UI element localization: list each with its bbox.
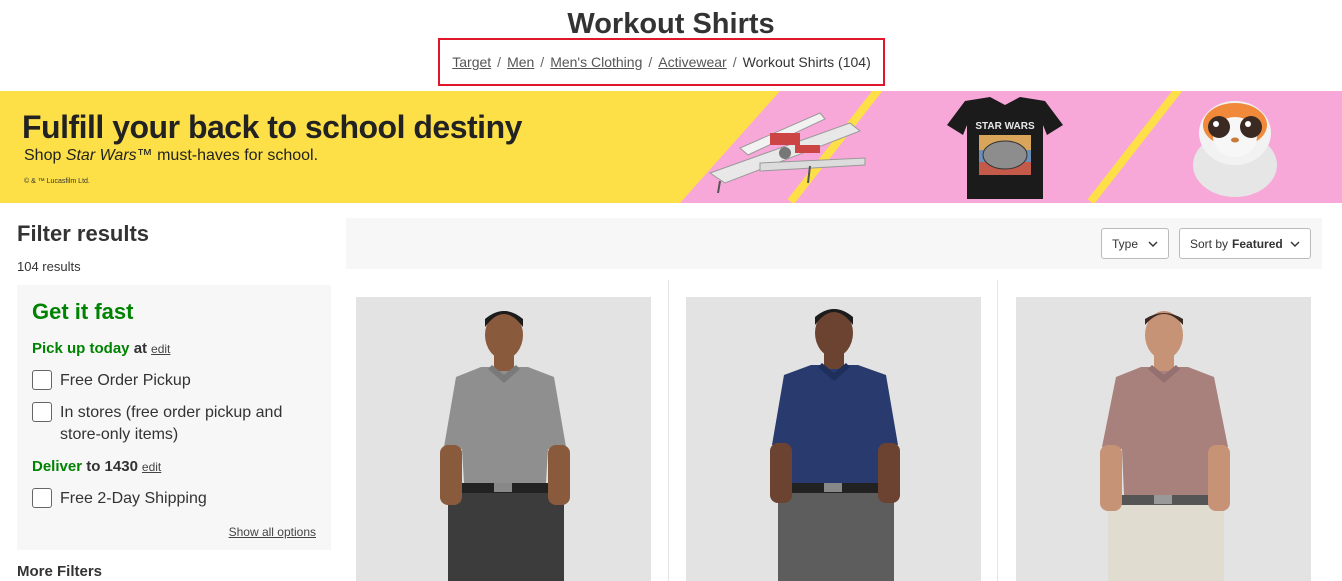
product-card[interactable] <box>1016 297 1311 581</box>
banner-subheadline: Shop Star Wars™ must-haves for school. <box>24 147 318 165</box>
pickup-label: Pick up today <box>32 340 130 357</box>
breadcrumb-separator: / <box>540 54 545 70</box>
breadcrumb-current: Workout Shirts (104) <box>742 54 871 70</box>
tshirt-print-text: STAR WARS <box>975 121 1035 132</box>
product-image-gray-polo <box>440 311 570 581</box>
more-filters-heading[interactable]: More Filters <box>17 563 102 580</box>
sort-dropdown[interactable]: Sort by Featured <box>1179 228 1311 259</box>
grid-divider <box>997 280 998 581</box>
filter-in-stores[interactable]: In stores (free order pickup and store-o… <box>32 402 300 446</box>
show-all-options-link[interactable]: Show all options <box>229 525 316 539</box>
product-image-mauve-polo <box>1100 311 1230 581</box>
deliver-location-line: Deliver to 1430 edit <box>32 458 161 475</box>
product-image-navy-polo <box>770 309 900 581</box>
xwing-toy-image <box>708 112 866 193</box>
banner-sub-brand: Star Wars <box>65 147 137 164</box>
deliver-label: Deliver <box>32 458 83 475</box>
results-toolbar: Type Sort by Featured <box>346 218 1322 269</box>
sort-dropdown-prefix: Sort by <box>1190 236 1229 251</box>
breadcrumb-mens-clothing-link[interactable]: Men's Clothing <box>550 54 642 70</box>
porg-plush-image <box>1193 101 1277 197</box>
in-stores-label: In stores (free order pickup and store-o… <box>60 404 283 443</box>
pickup-at: at <box>129 340 148 357</box>
deliver-edit-link[interactable]: edit <box>142 460 161 474</box>
banner-headline: Fulfill your back to school destiny <box>22 109 522 145</box>
in-stores-checkbox[interactable] <box>32 402 52 422</box>
promo-banner[interactable]: Fulfill your back to school destiny Shop… <box>0 91 1342 203</box>
breadcrumb-activewear-link[interactable]: Activewear <box>658 54 726 70</box>
page-title: Workout Shirts <box>567 8 775 40</box>
star-wars-tshirt-image: STAR WARS <box>947 97 1063 199</box>
get-it-fast-panel: Get it fast Pick up today at edit Free Or… <box>17 285 331 550</box>
free-order-pickup-label: Free Order Pickup <box>60 372 191 389</box>
free-2-day-shipping-label: Free 2-Day Shipping <box>60 490 207 507</box>
banner-legal: © & ™ Lucasfilm Ltd. <box>24 178 90 185</box>
get-it-fast-heading: Get it fast <box>32 299 134 324</box>
breadcrumb-separator: / <box>497 54 502 70</box>
chevron-down-icon <box>1290 241 1300 247</box>
free-order-pickup-checkbox[interactable] <box>32 370 52 390</box>
filter-free-order-pickup[interactable]: Free Order Pickup <box>32 370 300 392</box>
breadcrumb-target-link[interactable]: Target <box>452 54 491 70</box>
type-dropdown[interactable]: Type <box>1101 228 1169 259</box>
banner-stripe <box>1087 91 1187 203</box>
chevron-down-icon <box>1148 241 1158 247</box>
breadcrumb-separator: / <box>648 54 653 70</box>
breadcrumb-separator: / <box>732 54 737 70</box>
breadcrumb-men-link[interactable]: Men <box>507 54 534 70</box>
filter-free-2-day-shipping[interactable]: Free 2-Day Shipping <box>32 488 300 510</box>
deliver-to: to 1430 <box>82 458 138 475</box>
results-count: 104 results <box>17 259 81 274</box>
filter-results-heading: Filter results <box>17 221 150 246</box>
pickup-location-line: Pick up today at edit <box>32 340 170 357</box>
banner-sub-suffix: ™ must-haves for school. <box>136 147 319 164</box>
banner-sub-prefix: Shop <box>24 147 66 164</box>
pickup-edit-link[interactable]: edit <box>151 342 170 356</box>
free-2-day-shipping-checkbox[interactable] <box>32 488 52 508</box>
sort-dropdown-value: Featured <box>1232 236 1283 251</box>
product-card[interactable] <box>356 297 651 581</box>
breadcrumb: Target / Men / Men's Clothing / Activewe… <box>438 38 885 86</box>
grid-divider <box>668 280 669 581</box>
type-dropdown-label: Type <box>1112 236 1139 251</box>
product-card[interactable] <box>686 297 981 581</box>
